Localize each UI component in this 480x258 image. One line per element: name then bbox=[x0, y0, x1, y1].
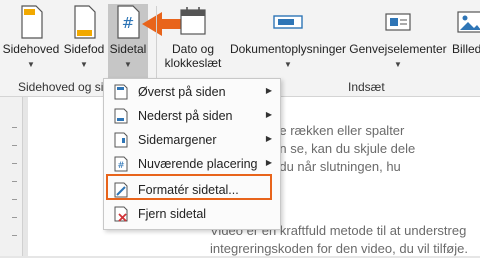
calendar-icon bbox=[180, 7, 206, 35]
group-label-insert: Indsæt bbox=[348, 80, 385, 94]
footer-button-label: Sidefod bbox=[63, 42, 105, 56]
chevron-down-icon: ▼ bbox=[124, 60, 132, 69]
picture-label: Billede bbox=[452, 42, 480, 56]
document-info-button[interactable]: Dokumentoplysninger ▼ bbox=[228, 4, 348, 74]
chevron-down-icon: ▼ bbox=[80, 60, 88, 69]
ruler-tick bbox=[12, 181, 17, 182]
remove-page-numbers-icon bbox=[114, 206, 128, 222]
ruler-tick bbox=[12, 199, 17, 200]
quick-parts-icon bbox=[385, 13, 411, 31]
footer-icon bbox=[74, 5, 96, 39]
document-info-label: Dokumentoplysninger bbox=[229, 42, 347, 56]
chevron-down-icon: ▼ bbox=[284, 60, 292, 69]
ruler-tick bbox=[12, 217, 17, 218]
menu-item-label: Nuværende placering bbox=[138, 157, 258, 171]
document-line: integreringskoden for den video, du vil … bbox=[210, 241, 468, 256]
header-button-label: Sidehoved bbox=[2, 42, 60, 56]
page-number-icon: # bbox=[117, 5, 140, 39]
menu-item-top-of-page[interactable]: Øverst på siden ▶ bbox=[104, 81, 280, 103]
menu-item-label: Fjern sidetal bbox=[138, 207, 207, 221]
bottom-of-page-icon bbox=[114, 108, 128, 124]
menu-item-label: Nederst på siden bbox=[138, 109, 233, 123]
menu-item-bottom-of-page[interactable]: Nederst på siden ▶ bbox=[104, 105, 280, 127]
ruler-tick bbox=[12, 163, 17, 164]
svg-text:#: # bbox=[117, 161, 125, 171]
current-position-icon: # bbox=[114, 156, 128, 172]
date-time-label-2: klokkeslæt bbox=[164, 56, 222, 70]
submenu-arrow-icon: ▶ bbox=[265, 86, 272, 95]
menu-item-current-position[interactable]: # Nuværende placering ▶ bbox=[104, 153, 280, 175]
header-icon bbox=[21, 5, 43, 39]
submenu-arrow-icon: ▶ bbox=[265, 110, 272, 119]
ruler-tick bbox=[12, 127, 17, 128]
page-number-dropdown-menu: Øverst på siden ▶ Nederst på siden ▶ Sid… bbox=[103, 78, 281, 230]
picture-button[interactable]: Billede bbox=[448, 4, 480, 74]
quick-parts-button[interactable]: Genvejselementer ▼ bbox=[348, 4, 448, 74]
menu-item-page-margins[interactable]: Sidemargener ▶ bbox=[104, 129, 280, 151]
footer-button[interactable]: Sidefod ▼ bbox=[60, 4, 108, 74]
ruler-tick bbox=[12, 235, 17, 236]
page-margins-icon bbox=[114, 132, 128, 148]
picture-icon bbox=[457, 11, 480, 33]
menu-item-label: Øverst på siden bbox=[138, 85, 226, 99]
vertical-ruler bbox=[0, 97, 23, 256]
ruler-tick bbox=[12, 145, 17, 146]
document-info-icon bbox=[273, 15, 303, 29]
date-time-label: Dato og bbox=[171, 42, 215, 56]
chevron-down-icon: ▼ bbox=[27, 60, 35, 69]
menu-item-label: Sidemargener bbox=[138, 133, 217, 147]
submenu-arrow-icon: ▶ bbox=[265, 158, 272, 167]
date-time-button[interactable]: Dato og klokkeslæt bbox=[158, 4, 228, 74]
menu-item-remove-page-numbers[interactable]: Fjern sidetal bbox=[104, 203, 280, 225]
page-number-button-label: Sidetal bbox=[109, 42, 147, 56]
svg-text:#: # bbox=[122, 14, 135, 32]
submenu-arrow-icon: ▶ bbox=[265, 134, 272, 143]
highlight-box bbox=[106, 174, 272, 200]
quick-parts-label: Genvejselementer bbox=[349, 42, 447, 56]
top-of-page-icon bbox=[114, 84, 128, 100]
chevron-down-icon: ▼ bbox=[394, 60, 402, 69]
header-button[interactable]: Sidehoved ▼ bbox=[2, 4, 60, 74]
